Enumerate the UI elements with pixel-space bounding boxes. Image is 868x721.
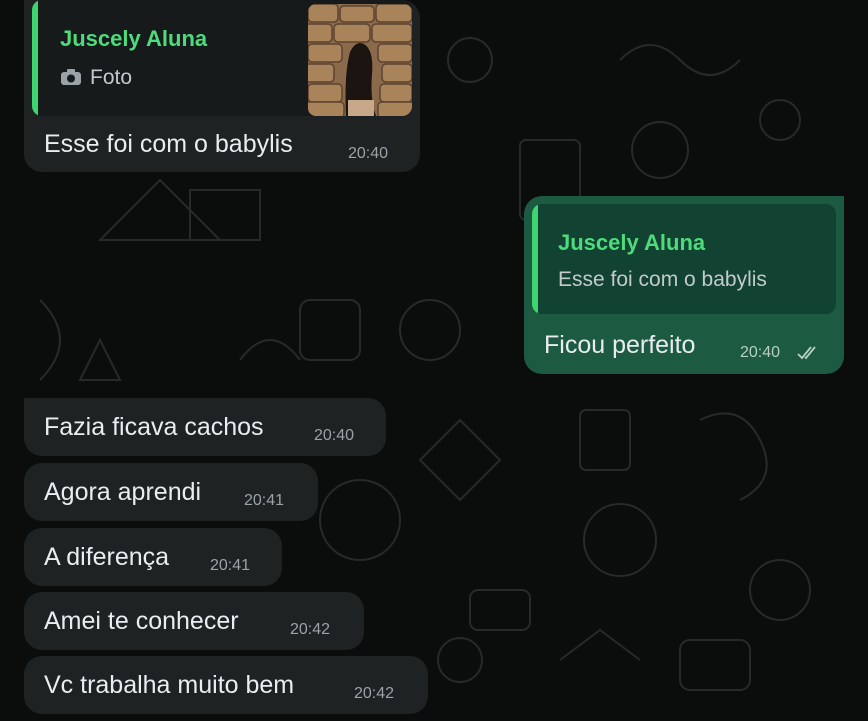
quote-author: Juscely Aluna — [60, 26, 208, 51]
message-time: 20:42 — [354, 685, 395, 702]
message-time: 20:42 — [290, 621, 331, 638]
message-time: 20:40 — [348, 145, 389, 162]
message-bubble-incoming[interactable]: Amei te conhecer 20:42 — [24, 592, 364, 650]
message-bubble-outgoing[interactable]: Juscely Aluna Esse foi com o babylis Fic… — [524, 196, 844, 374]
quote-text: Foto — [90, 66, 133, 89]
quoted-message[interactable]: Juscely Aluna Foto — [32, 0, 412, 116]
quoted-message[interactable]: Juscely Aluna Esse foi com o babylis — [532, 204, 836, 314]
message-text: Amei te conhecer — [44, 607, 239, 635]
message-text: Ficou perfeito — [544, 331, 696, 359]
quote-text: Esse foi com o babylis — [558, 268, 767, 291]
camera-icon — [60, 68, 82, 91]
quote-accent-bar — [32, 0, 38, 116]
message-time: 20:40 — [314, 427, 355, 444]
message-text: Vc trabalha muito bem — [44, 671, 295, 699]
message-bubble-incoming[interactable]: Vc trabalha muito bem 20:42 — [24, 656, 428, 714]
message-bubble-incoming[interactable]: Agora aprendi 20:41 — [24, 463, 318, 521]
message-text: A diferença — [44, 543, 170, 571]
message-text: Esse foi com o babylis — [44, 130, 293, 158]
quote-author: Juscely Aluna — [558, 230, 706, 255]
quote-accent-bar — [532, 204, 538, 314]
message-time: 20:41 — [244, 492, 285, 509]
photo-thumbnail[interactable] — [308, 4, 412, 116]
message-bubble-incoming[interactable]: Juscely Aluna Foto Esse foi com o babyli… — [24, 0, 420, 172]
message-time: 20:40 — [740, 344, 781, 361]
message-text: Fazia ficava cachos — [44, 413, 264, 441]
message-time: 20:41 — [210, 557, 251, 574]
message-bubble-incoming[interactable]: Fazia ficava cachos 20:40 — [24, 398, 386, 456]
double-check-icon — [796, 345, 820, 366]
message-text: Agora aprendi — [44, 478, 202, 506]
message-bubble-incoming[interactable]: A diferença 20:41 — [24, 528, 282, 586]
